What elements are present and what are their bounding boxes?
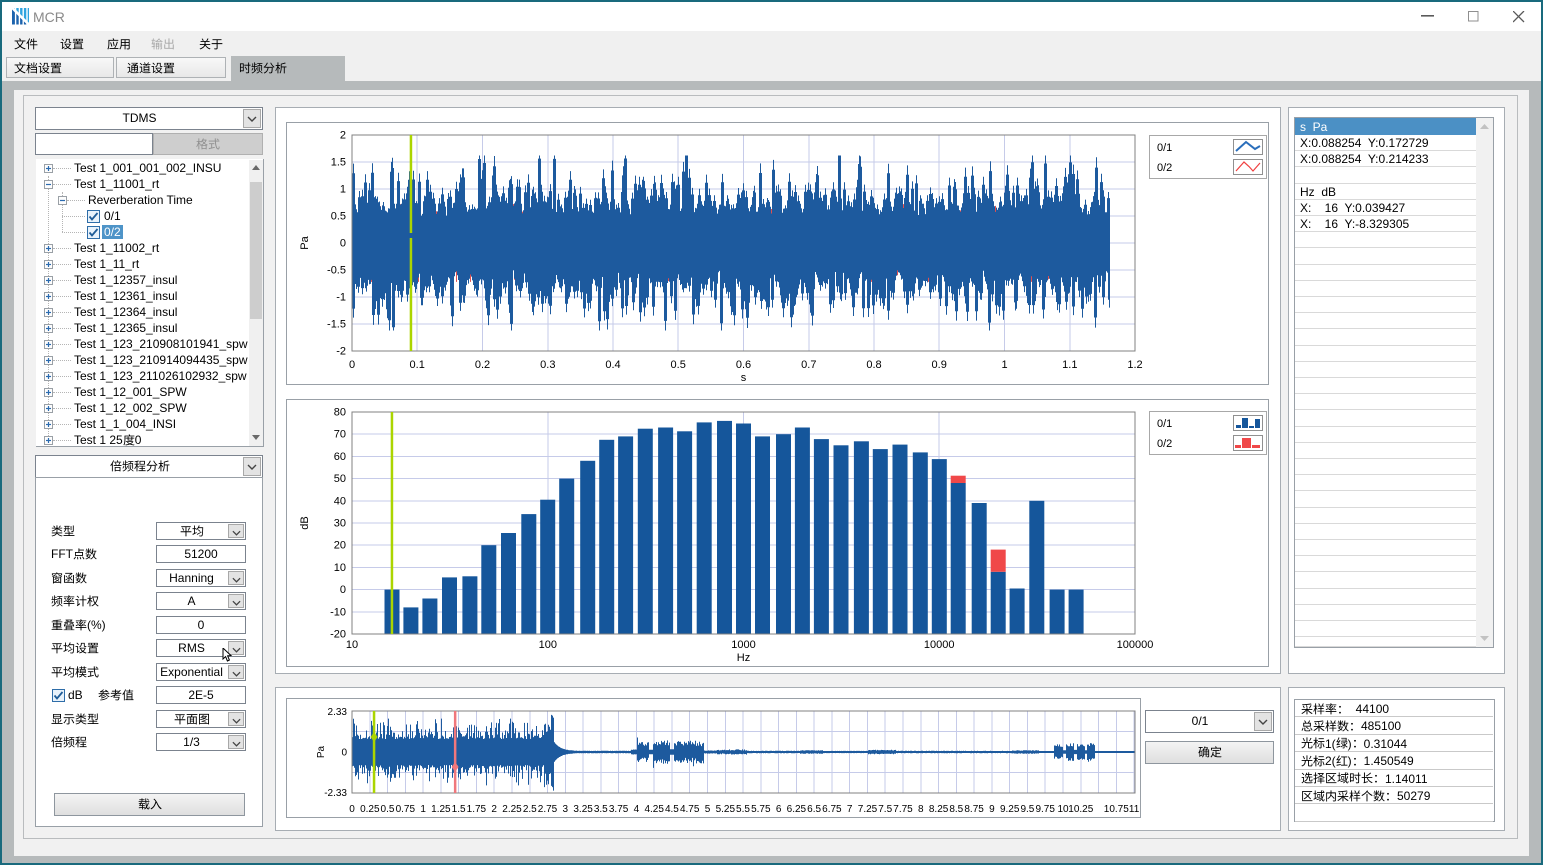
svg-text:0: 0	[340, 238, 346, 250]
svg-text:Pa: Pa	[316, 745, 327, 758]
svg-text:50: 50	[334, 473, 346, 485]
svg-text:Hz: Hz	[737, 652, 750, 664]
svg-text:1: 1	[340, 184, 346, 196]
svg-text:0: 0	[349, 804, 355, 815]
svg-text:4.25: 4.25	[644, 804, 664, 815]
svg-text:1: 1	[1001, 359, 1007, 371]
svg-text:8.5: 8.5	[949, 804, 963, 815]
svg-text:9.75: 9.75	[1035, 804, 1055, 815]
svg-text:7: 7	[847, 804, 853, 815]
svg-text:0.6: 0.6	[736, 359, 751, 371]
svg-text:9.25: 9.25	[1000, 804, 1020, 815]
svg-text:0.7: 0.7	[801, 359, 816, 371]
svg-text:0.75: 0.75	[396, 804, 416, 815]
svg-text:3.25: 3.25	[573, 804, 593, 815]
svg-text:0: 0	[349, 359, 355, 371]
svg-text:5.75: 5.75	[751, 804, 771, 815]
svg-text:4.75: 4.75	[680, 804, 700, 815]
svg-text:2.5: 2.5	[523, 804, 537, 815]
svg-text:2: 2	[491, 804, 497, 815]
svg-text:60: 60	[334, 451, 346, 463]
svg-text:1000: 1000	[731, 639, 755, 651]
svg-text:10: 10	[1057, 804, 1069, 815]
svg-text:5: 5	[705, 804, 711, 815]
svg-text:0.5: 0.5	[331, 211, 346, 223]
svg-text:2.75: 2.75	[538, 804, 558, 815]
svg-text:0/1: 0/1	[1157, 142, 1172, 154]
svg-text:0.1: 0.1	[410, 359, 425, 371]
svg-text:Pa: Pa	[299, 235, 311, 249]
svg-text:9: 9	[989, 804, 995, 815]
svg-text:7.5: 7.5	[878, 804, 892, 815]
svg-text:11: 11	[1129, 804, 1140, 815]
svg-text:6.75: 6.75	[822, 804, 842, 815]
svg-text:-10: -10	[330, 606, 346, 618]
svg-text:5.5: 5.5	[736, 804, 750, 815]
svg-text:5.25: 5.25	[716, 804, 736, 815]
svg-text:0: 0	[341, 748, 347, 759]
svg-text:dB: dB	[299, 516, 311, 529]
svg-text:-2: -2	[336, 346, 346, 358]
svg-text:0/1: 0/1	[1157, 418, 1172, 430]
svg-text:0/2: 0/2	[1157, 438, 1172, 450]
svg-text:0.3: 0.3	[540, 359, 555, 371]
svg-text:3.5: 3.5	[594, 804, 608, 815]
svg-text:6.5: 6.5	[807, 804, 821, 815]
svg-text:0.9: 0.9	[932, 359, 947, 371]
svg-text:8.75: 8.75	[964, 804, 984, 815]
svg-text:8.25: 8.25	[929, 804, 949, 815]
svg-text:4: 4	[634, 804, 640, 815]
svg-text:s: s	[741, 372, 747, 384]
svg-text:100000: 100000	[1117, 639, 1154, 651]
svg-text:0.5: 0.5	[381, 804, 395, 815]
svg-text:1.1: 1.1	[1062, 359, 1077, 371]
svg-text:0/2: 0/2	[1157, 162, 1172, 174]
svg-text:-1.5: -1.5	[327, 319, 346, 331]
svg-text:10.75: 10.75	[1104, 804, 1129, 815]
svg-text:1.75: 1.75	[467, 804, 487, 815]
svg-text:100: 100	[539, 639, 557, 651]
svg-text:10: 10	[334, 562, 346, 574]
svg-text:70: 70	[334, 429, 346, 441]
svg-text:10.25: 10.25	[1068, 804, 1093, 815]
svg-text:2.25: 2.25	[502, 804, 522, 815]
svg-text:1: 1	[420, 804, 426, 815]
svg-text:0: 0	[340, 584, 346, 596]
svg-text:1.2: 1.2	[1127, 359, 1142, 371]
svg-text:6: 6	[776, 804, 782, 815]
svg-text:-1: -1	[336, 292, 346, 304]
svg-text:7.25: 7.25	[858, 804, 878, 815]
svg-text:30: 30	[334, 518, 346, 530]
svg-text:2.33: 2.33	[328, 707, 348, 718]
svg-text:1.5: 1.5	[331, 157, 346, 169]
svg-text:0.25: 0.25	[360, 804, 380, 815]
svg-text:-20: -20	[330, 629, 346, 641]
svg-text:-2.33: -2.33	[324, 788, 347, 799]
svg-text:6.25: 6.25	[787, 804, 807, 815]
svg-text:-0.5: -0.5	[327, 265, 346, 277]
svg-text:40: 40	[334, 495, 346, 507]
svg-text:10000: 10000	[924, 639, 955, 651]
svg-text:7.75: 7.75	[893, 804, 913, 815]
svg-text:8: 8	[918, 804, 924, 815]
svg-text:0.8: 0.8	[866, 359, 881, 371]
svg-text:1.5: 1.5	[452, 804, 466, 815]
svg-text:3.75: 3.75	[609, 804, 629, 815]
svg-text:80: 80	[334, 407, 346, 419]
svg-text:0.5: 0.5	[671, 359, 686, 371]
svg-text:1.25: 1.25	[431, 804, 451, 815]
svg-text:3: 3	[563, 804, 569, 815]
svg-text:20: 20	[334, 540, 346, 552]
svg-text:9.5: 9.5	[1020, 804, 1034, 815]
svg-text:0.4: 0.4	[605, 359, 620, 371]
svg-text:10: 10	[346, 639, 358, 651]
svg-text:4.5: 4.5	[665, 804, 679, 815]
svg-text:0.2: 0.2	[475, 359, 490, 371]
svg-text:2: 2	[340, 130, 346, 142]
